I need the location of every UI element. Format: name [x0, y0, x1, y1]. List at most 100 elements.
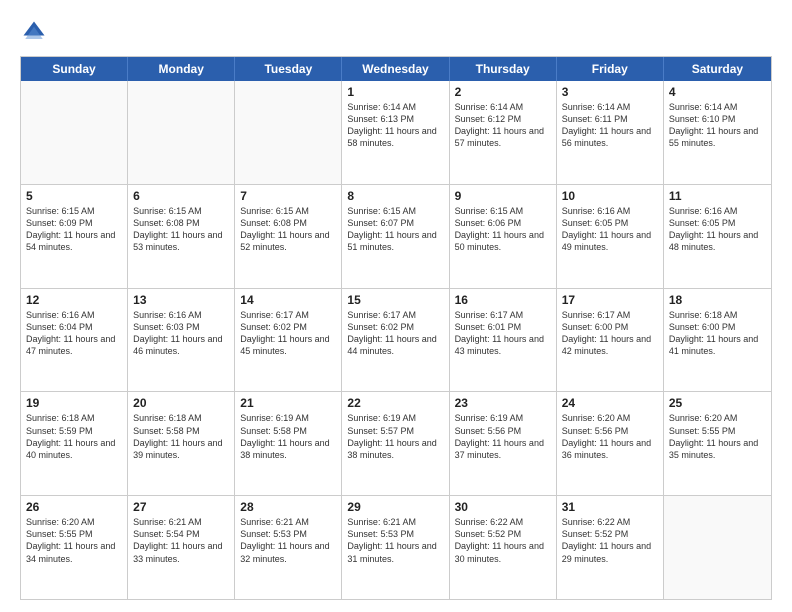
day-number: 4 [669, 85, 766, 99]
cell-info: Sunrise: 6:16 AM Sunset: 6:04 PM Dayligh… [26, 309, 122, 358]
cal-cell-29: 29 Sunrise: 6:21 AM Sunset: 5:53 PM Dayli… [342, 496, 449, 599]
day-number: 10 [562, 189, 658, 203]
cell-info: Sunrise: 6:18 AM Sunset: 5:58 PM Dayligh… [133, 412, 229, 461]
weekday-header-sunday: Sunday [21, 57, 128, 81]
cal-cell-9: 9 Sunrise: 6:15 AM Sunset: 6:06 PM Daylig… [450, 185, 557, 288]
day-number: 14 [240, 293, 336, 307]
week-row-3: 12 Sunrise: 6:16 AM Sunset: 6:04 PM Dayli… [21, 289, 771, 393]
page: SundayMondayTuesdayWednesdayThursdayFrid… [0, 0, 792, 612]
cal-cell-16: 16Sunrise: 6:17 AM Sunset: 6:01 PM Dayli… [450, 289, 557, 392]
day-number: 27 [133, 500, 229, 514]
logo [20, 18, 52, 46]
day-number: 11 [669, 189, 766, 203]
day-number: 13 [133, 293, 229, 307]
day-number: 7 [240, 189, 336, 203]
cal-cell-5: 5 Sunrise: 6:15 AM Sunset: 6:09 PM Daylig… [21, 185, 128, 288]
cell-info: Sunrise: 6:19 AM Sunset: 5:56 PM Dayligh… [455, 412, 551, 461]
cell-info: Sunrise: 6:15 AM Sunset: 6:08 PM Dayligh… [240, 205, 336, 254]
cal-cell-12: 12 Sunrise: 6:16 AM Sunset: 6:04 PM Dayli… [21, 289, 128, 392]
cal-cell-14: 14 Sunrise: 6:17 AM Sunset: 6:02 PM Dayli… [235, 289, 342, 392]
day-number: 3 [562, 85, 658, 99]
weekday-header-saturday: Saturday [664, 57, 771, 81]
cal-cell-11: 11 Sunrise: 6:16 AM Sunset: 6:05 PM Dayli… [664, 185, 771, 288]
day-number: 12 [26, 293, 122, 307]
cell-info: Sunrise: 6:15 AM Sunset: 6:09 PM Dayligh… [26, 205, 122, 254]
day-number: 23 [455, 396, 551, 410]
weekday-header-wednesday: Wednesday [342, 57, 449, 81]
cal-cell-3: 3 Sunrise: 6:14 AM Sunset: 6:11 PM Daylig… [557, 81, 664, 184]
cal-cell-empty-2 [235, 81, 342, 184]
cal-cell-20: 20Sunrise: 6:18 AM Sunset: 5:58 PM Dayli… [128, 392, 235, 495]
cell-info: Sunrise: 6:21 AM Sunset: 5:53 PM Dayligh… [240, 516, 336, 565]
day-number: 8 [347, 189, 443, 203]
cell-info: Sunrise: 6:17 AM Sunset: 6:02 PM Dayligh… [347, 309, 443, 358]
weekday-header-tuesday: Tuesday [235, 57, 342, 81]
cell-info: Sunrise: 6:14 AM Sunset: 6:11 PM Dayligh… [562, 101, 658, 150]
cell-info: Sunrise: 6:22 AM Sunset: 5:52 PM Dayligh… [562, 516, 658, 565]
cal-cell-27: 27Sunrise: 6:21 AM Sunset: 5:54 PM Dayli… [128, 496, 235, 599]
cal-cell-1: 1 Sunrise: 6:14 AM Sunset: 6:13 PM Daylig… [342, 81, 449, 184]
cal-cell-22: 22Sunrise: 6:19 AM Sunset: 5:57 PM Dayli… [342, 392, 449, 495]
cell-info: Sunrise: 6:21 AM Sunset: 5:53 PM Dayligh… [347, 516, 443, 565]
cell-info: Sunrise: 6:19 AM Sunset: 5:58 PM Dayligh… [240, 412, 336, 461]
cal-cell-2: 2 Sunrise: 6:14 AM Sunset: 6:12 PM Daylig… [450, 81, 557, 184]
cal-cell-24: 24Sunrise: 6:20 AM Sunset: 5:56 PM Dayli… [557, 392, 664, 495]
weekday-header-thursday: Thursday [450, 57, 557, 81]
cal-cell-17: 17 Sunrise: 6:17 AM Sunset: 6:00 PM Dayli… [557, 289, 664, 392]
week-row-1: 1 Sunrise: 6:14 AM Sunset: 6:13 PM Daylig… [21, 81, 771, 185]
weekday-header-friday: Friday [557, 57, 664, 81]
cell-info: Sunrise: 6:14 AM Sunset: 6:12 PM Dayligh… [455, 101, 551, 150]
cal-cell-15: 15Sunrise: 6:17 AM Sunset: 6:02 PM Dayli… [342, 289, 449, 392]
cell-info: Sunrise: 6:22 AM Sunset: 5:52 PM Dayligh… [455, 516, 551, 565]
day-number: 17 [562, 293, 658, 307]
day-number: 19 [26, 396, 122, 410]
header [20, 18, 772, 46]
cell-info: Sunrise: 6:17 AM Sunset: 6:00 PM Dayligh… [562, 309, 658, 358]
cal-cell-6: 6Sunrise: 6:15 AM Sunset: 6:08 PM Daylig… [128, 185, 235, 288]
cal-cell-4: 4 Sunrise: 6:14 AM Sunset: 6:10 PM Daylig… [664, 81, 771, 184]
cal-cell-25: 25Sunrise: 6:20 AM Sunset: 5:55 PM Dayli… [664, 392, 771, 495]
cal-cell-13: 13 Sunrise: 6:16 AM Sunset: 6:03 PM Dayli… [128, 289, 235, 392]
day-number: 9 [455, 189, 551, 203]
cell-info: Sunrise: 6:14 AM Sunset: 6:10 PM Dayligh… [669, 101, 766, 150]
cell-info: Sunrise: 6:18 AM Sunset: 5:59 PM Dayligh… [26, 412, 122, 461]
cal-cell-21: 21Sunrise: 6:19 AM Sunset: 5:58 PM Dayli… [235, 392, 342, 495]
cell-info: Sunrise: 6:15 AM Sunset: 6:07 PM Dayligh… [347, 205, 443, 254]
cal-cell-26: 26 Sunrise: 6:20 AM Sunset: 5:55 PM Dayli… [21, 496, 128, 599]
cell-info: Sunrise: 6:14 AM Sunset: 6:13 PM Dayligh… [347, 101, 443, 150]
week-row-4: 19 Sunrise: 6:18 AM Sunset: 5:59 PM Dayli… [21, 392, 771, 496]
day-number: 29 [347, 500, 443, 514]
day-number: 22 [347, 396, 443, 410]
cal-cell-empty-1 [128, 81, 235, 184]
calendar-body: 1 Sunrise: 6:14 AM Sunset: 6:13 PM Daylig… [21, 81, 771, 599]
day-number: 5 [26, 189, 122, 203]
cal-cell-empty-6 [664, 496, 771, 599]
cell-info: Sunrise: 6:18 AM Sunset: 6:00 PM Dayligh… [669, 309, 766, 358]
day-number: 24 [562, 396, 658, 410]
cal-cell-23: 23 Sunrise: 6:19 AM Sunset: 5:56 PM Dayli… [450, 392, 557, 495]
day-number: 26 [26, 500, 122, 514]
day-number: 31 [562, 500, 658, 514]
cal-cell-31: 31 Sunrise: 6:22 AM Sunset: 5:52 PM Dayli… [557, 496, 664, 599]
calendar: SundayMondayTuesdayWednesdayThursdayFrid… [20, 56, 772, 600]
cal-cell-7: 7 Sunrise: 6:15 AM Sunset: 6:08 PM Daylig… [235, 185, 342, 288]
cell-info: Sunrise: 6:17 AM Sunset: 6:01 PM Dayligh… [455, 309, 551, 358]
cal-cell-28: 28 Sunrise: 6:21 AM Sunset: 5:53 PM Dayli… [235, 496, 342, 599]
cell-info: Sunrise: 6:16 AM Sunset: 6:03 PM Dayligh… [133, 309, 229, 358]
cell-info: Sunrise: 6:20 AM Sunset: 5:55 PM Dayligh… [669, 412, 766, 461]
day-number: 28 [240, 500, 336, 514]
cal-cell-19: 19 Sunrise: 6:18 AM Sunset: 5:59 PM Dayli… [21, 392, 128, 495]
day-number: 30 [455, 500, 551, 514]
calendar-header: SundayMondayTuesdayWednesdayThursdayFrid… [21, 57, 771, 81]
cal-cell-18: 18 Sunrise: 6:18 AM Sunset: 6:00 PM Dayli… [664, 289, 771, 392]
cell-info: Sunrise: 6:15 AM Sunset: 6:06 PM Dayligh… [455, 205, 551, 254]
day-number: 2 [455, 85, 551, 99]
cell-info: Sunrise: 6:17 AM Sunset: 6:02 PM Dayligh… [240, 309, 336, 358]
cell-info: Sunrise: 6:16 AM Sunset: 6:05 PM Dayligh… [669, 205, 766, 254]
day-number: 1 [347, 85, 443, 99]
weekday-header-monday: Monday [128, 57, 235, 81]
cell-info: Sunrise: 6:20 AM Sunset: 5:55 PM Dayligh… [26, 516, 122, 565]
cal-cell-10: 10Sunrise: 6:16 AM Sunset: 6:05 PM Dayli… [557, 185, 664, 288]
day-number: 6 [133, 189, 229, 203]
day-number: 18 [669, 293, 766, 307]
